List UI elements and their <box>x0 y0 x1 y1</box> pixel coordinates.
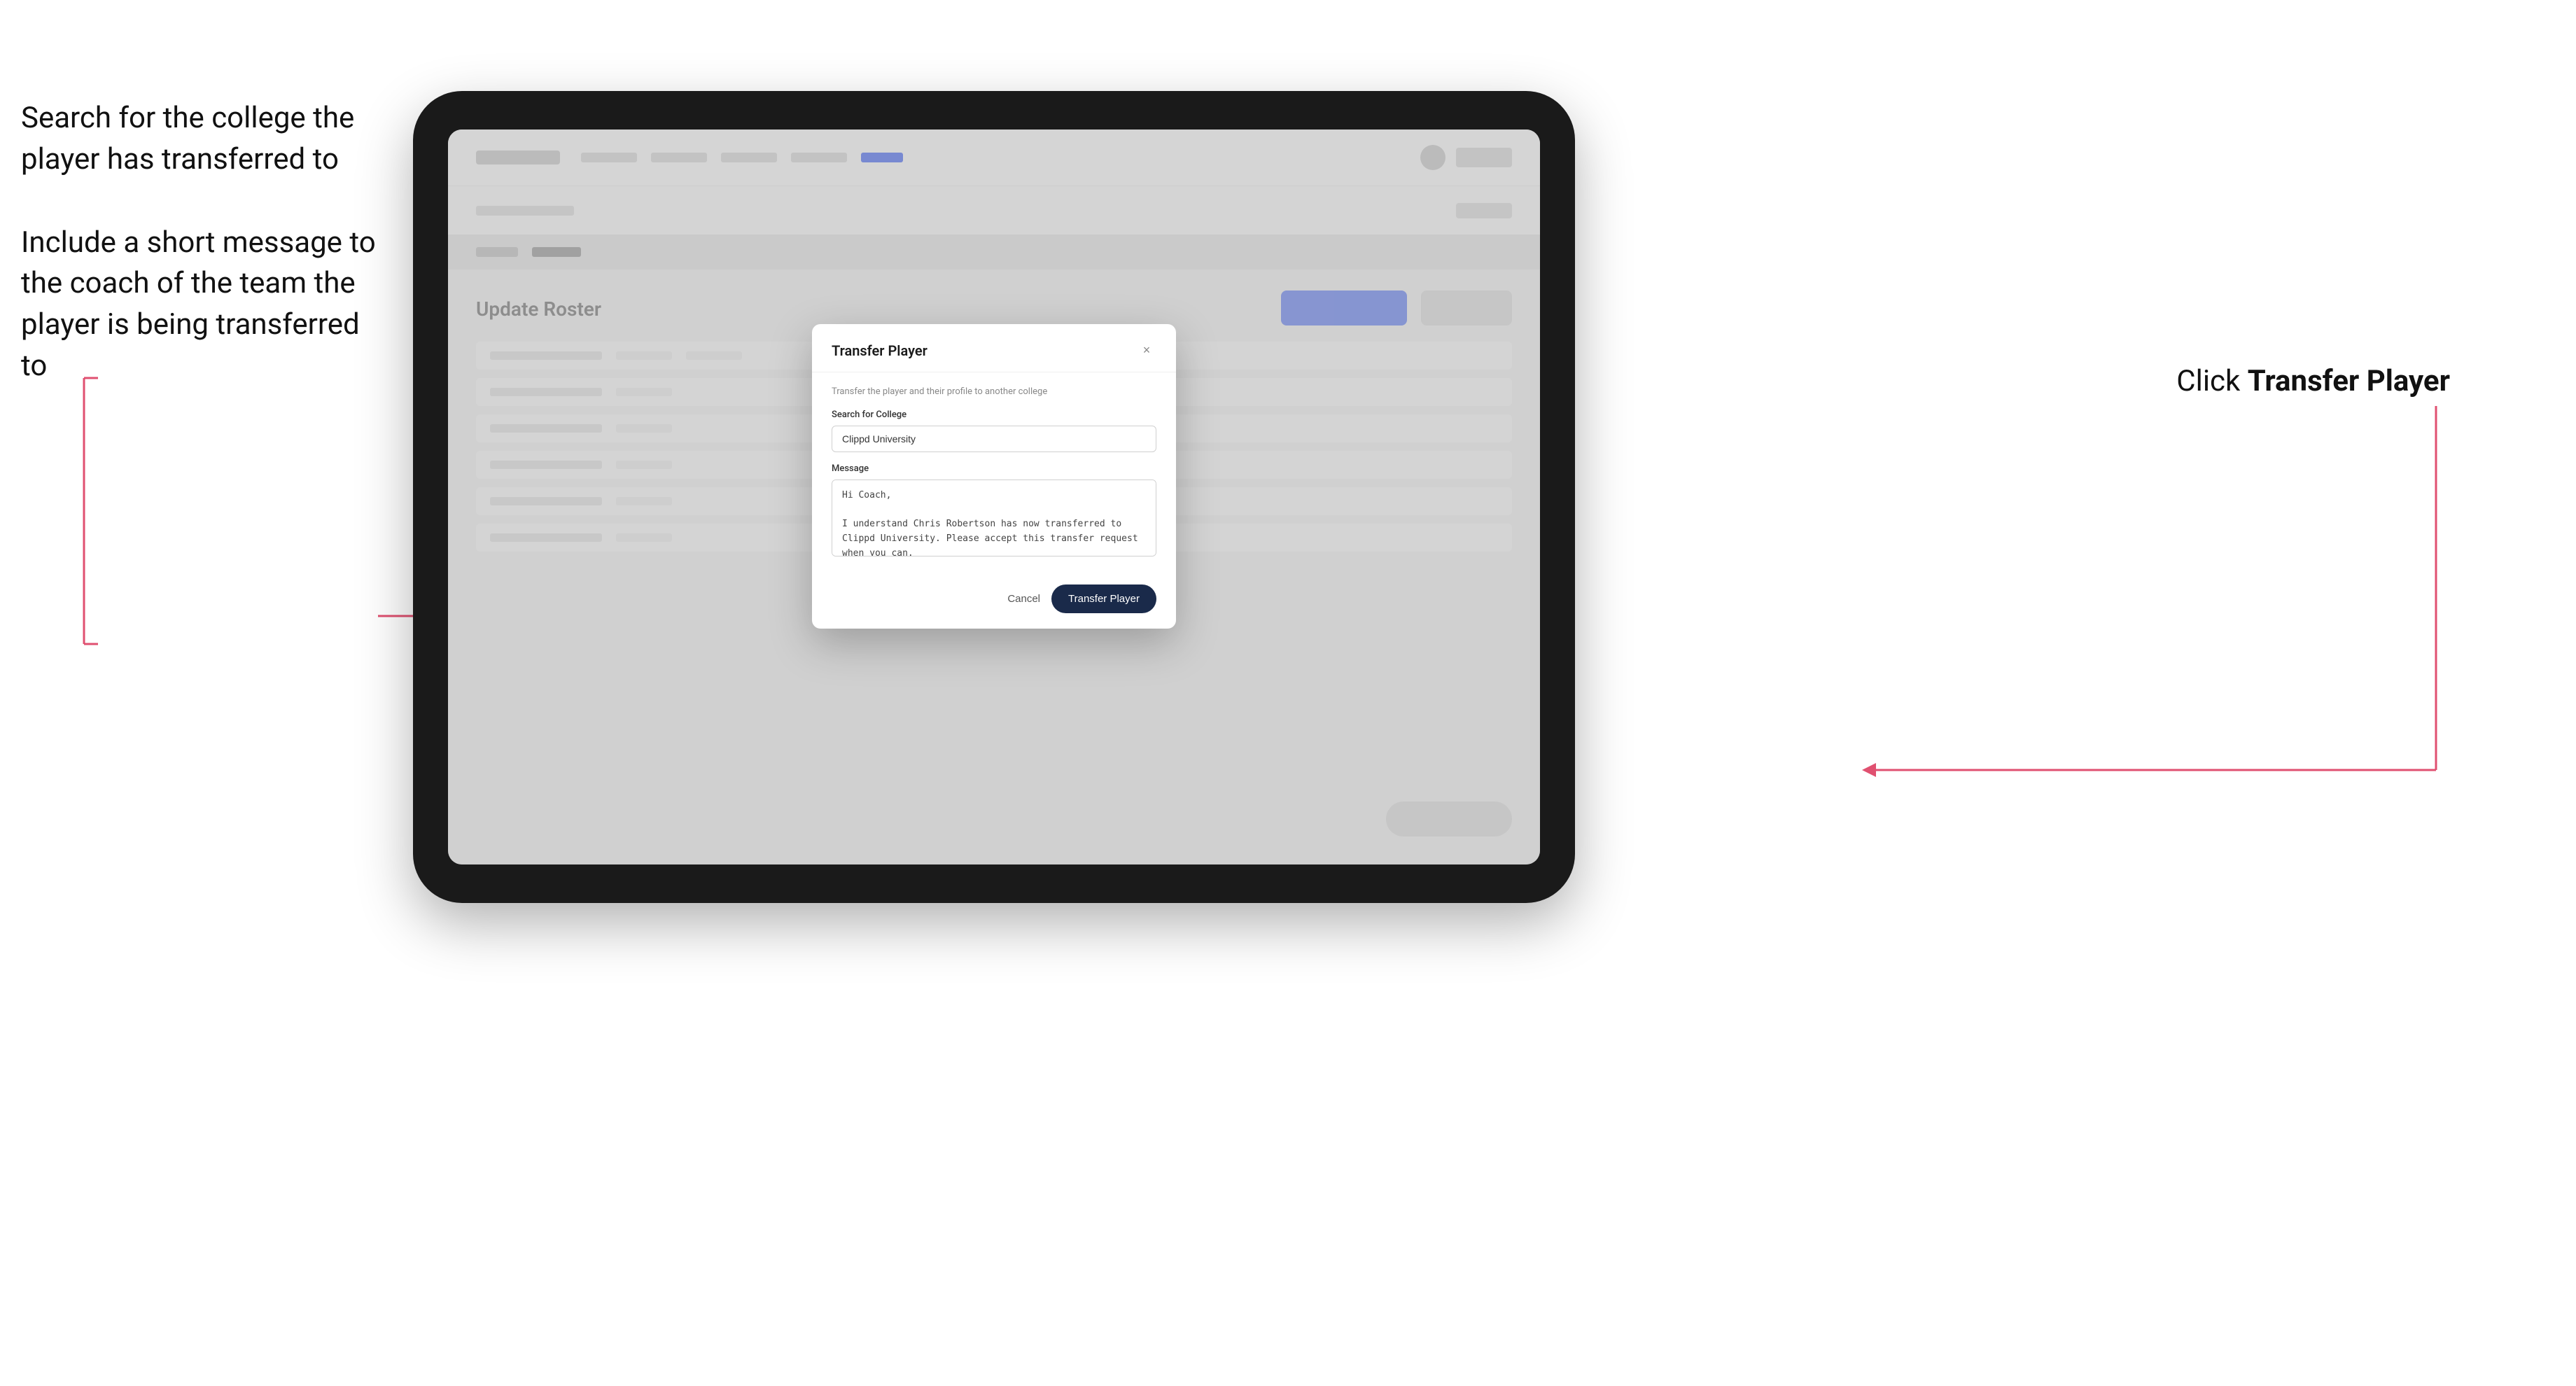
transfer-player-dialog: Transfer Player × Transfer the player an… <box>812 324 1176 629</box>
transfer-player-button[interactable]: Transfer Player <box>1051 584 1156 613</box>
message-textarea[interactable] <box>832 479 1156 556</box>
search-college-input[interactable] <box>832 426 1156 452</box>
dialog-body: Transfer the player and their profile to… <box>812 372 1176 573</box>
cancel-button[interactable]: Cancel <box>1007 593 1040 605</box>
message-label: Message <box>832 463 1156 474</box>
close-icon: × <box>1143 343 1151 358</box>
search-college-label: Search for College <box>832 410 1156 420</box>
annotation-transfer-bold: Transfer Player <box>2248 364 2450 398</box>
annotation-click-text: Click <box>2176 364 2247 398</box>
dialog-footer: Cancel Transfer Player <box>812 573 1176 629</box>
dialog-header: Transfer Player × <box>812 324 1176 372</box>
dialog-title: Transfer Player <box>832 342 927 359</box>
dialog-close-button[interactable]: × <box>1137 341 1156 360</box>
tablet-screen: Update Roster <box>448 130 1540 864</box>
modal-overlay: Transfer Player × Transfer the player an… <box>448 130 1540 864</box>
annotation-message-text: Include a short message to the coach of … <box>21 225 376 383</box>
annotation-right: Click Transfer Player <box>2176 364 2450 398</box>
annotation-left: Search for the college the player has tr… <box>21 98 385 387</box>
annotation-search-text: Search for the college the player has tr… <box>21 101 354 176</box>
dialog-subtitle: Transfer the player and their profile to… <box>832 386 1156 397</box>
tablet-frame: Update Roster <box>413 91 1575 903</box>
